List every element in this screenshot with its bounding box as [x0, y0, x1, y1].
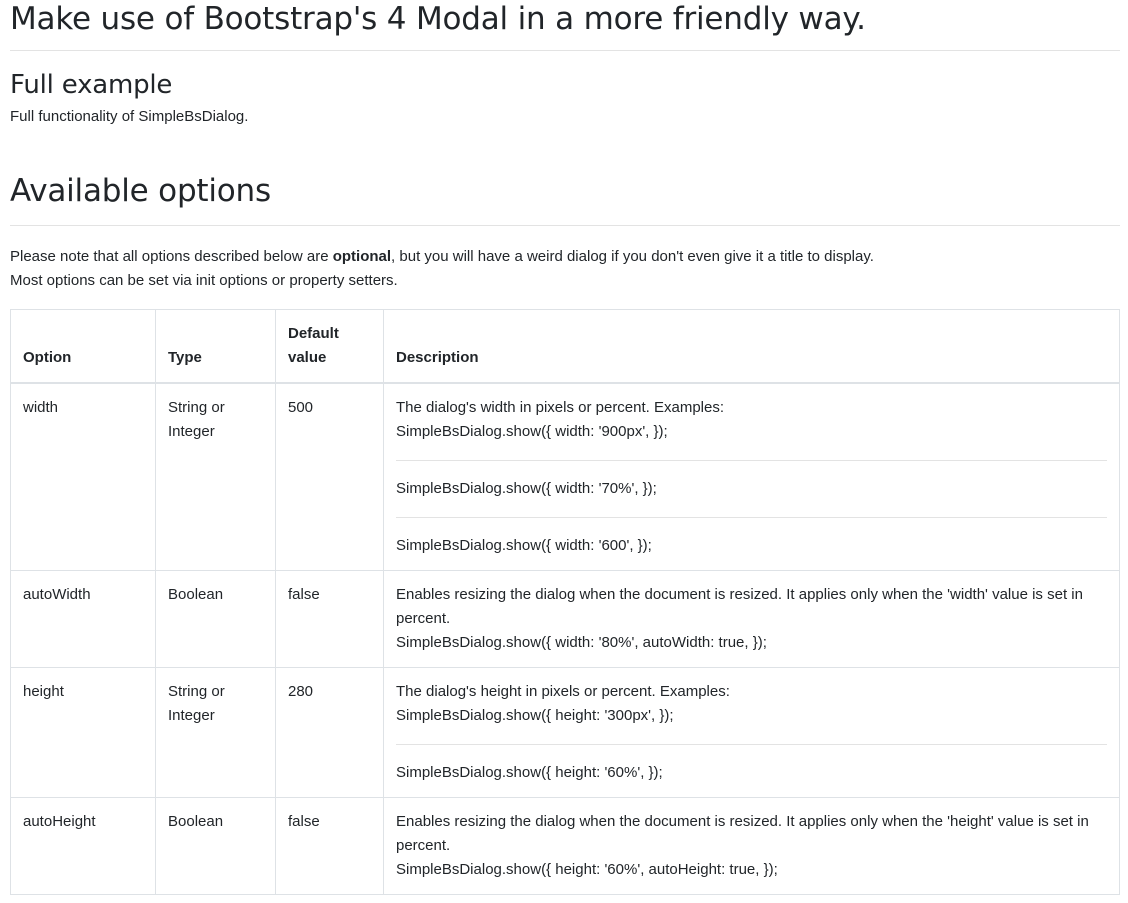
header-option: Option	[10, 309, 156, 384]
cell-default: false	[275, 797, 384, 895]
cell-description: The dialog's height in pixels or percent…	[383, 667, 1120, 798]
cell-default: 500	[275, 382, 384, 571]
cell-type: Boolean	[155, 570, 276, 668]
cell-option: autoHeight	[10, 797, 156, 895]
code-example: SimpleBsDialog.show({ width: '900px', })…	[396, 423, 668, 440]
cell-description: The dialog's width in pixels or percent.…	[383, 382, 1120, 571]
table-row: autoHeight Boolean false Enables resizing t…	[10, 797, 1120, 895]
code-example: SimpleBsDialog.show({ height: '60%', aut…	[396, 861, 778, 878]
code-example: SimpleBsDialog.show({ width: '600', });	[396, 517, 1107, 558]
table-body: width String or Integer 500 The dialog's wi…	[10, 382, 1120, 895]
code-example: SimpleBsDialog.show({ height: '60%', });	[396, 744, 1107, 785]
code-example: SimpleBsDialog.show({ height: '300px', }…	[396, 707, 674, 724]
cell-option: height	[10, 667, 156, 798]
cell-default: false	[275, 570, 384, 668]
options-note: Please note that all options described b…	[10, 245, 1120, 293]
cell-description: Enables resizing the dialog when the doc…	[383, 570, 1120, 668]
header-description: Description	[383, 309, 1120, 384]
cell-default: 280	[275, 667, 384, 798]
note-text-post: , but you will have a weird dialog if yo…	[391, 248, 874, 265]
table-row: height String or Integer 280 The dialog's h…	[10, 667, 1120, 798]
cell-description: Enables resizing the dialog when the doc…	[383, 797, 1120, 895]
header-default-value: Default value	[275, 309, 384, 384]
note-text-bold: optional	[332, 248, 392, 265]
cell-option: autoWidth	[10, 570, 156, 668]
options-table: Option Type Default value Description wi…	[10, 309, 1120, 895]
table-header-row: Option Type Default value Description	[10, 309, 1120, 384]
cell-type: String or Integer	[155, 667, 276, 798]
full-example-heading: Full example	[10, 70, 173, 100]
note-text-pre: Please note that all options described b…	[10, 248, 333, 265]
page: Make use of Bootstrap's 4 Modal in a mor…	[0, 0, 1128, 895]
cell-type: String or Integer	[155, 382, 276, 571]
cell-option: width	[10, 382, 156, 571]
page-title: Make use of Bootstrap's 4 Modal in a mor…	[10, 0, 1120, 51]
description-text: The dialog's width in pixels or percent.…	[396, 399, 725, 416]
description-text: Enables resizing the dialog when the doc…	[396, 813, 1089, 854]
note-line-2: Most options can be set via init options…	[10, 272, 398, 289]
code-example: SimpleBsDialog.show({ width: '70%', });	[396, 460, 1107, 501]
full-example-text: Full functionality of SimpleBsDialog.	[10, 108, 249, 125]
code-example: SimpleBsDialog.show({ width: '80%', auto…	[396, 634, 767, 651]
description-text: The dialog's height in pixels or percent…	[396, 683, 730, 700]
description-text: Enables resizing the dialog when the doc…	[396, 586, 1083, 627]
table-row: autoWidth Boolean false Enables resizing th…	[10, 570, 1120, 668]
table-row: width String or Integer 500 The dialog's wi…	[10, 382, 1120, 571]
available-options-heading: Available options	[10, 127, 1120, 226]
header-type: Type	[155, 309, 276, 384]
cell-type: Boolean	[155, 797, 276, 895]
